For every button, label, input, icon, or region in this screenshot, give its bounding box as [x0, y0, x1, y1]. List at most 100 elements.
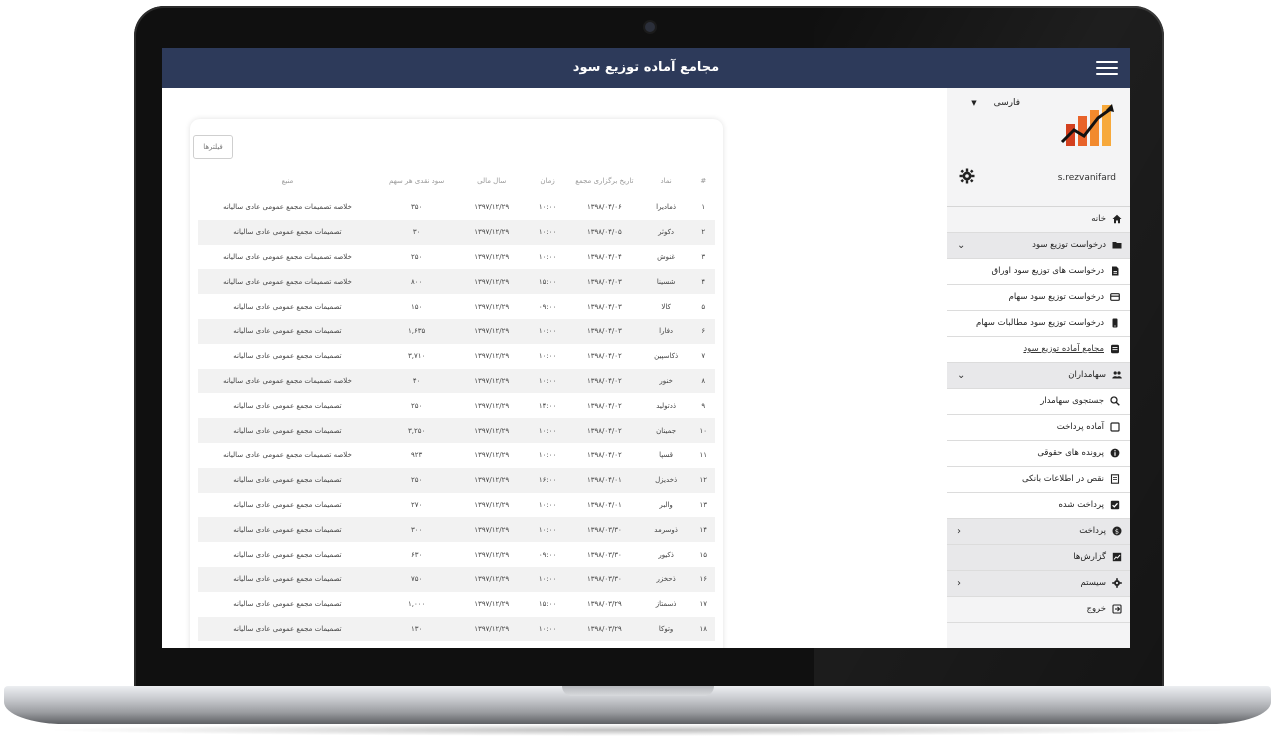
filters-button[interactable]: فیلترها — [193, 135, 233, 159]
row-time: ۱۵:۰۰ — [527, 269, 569, 295]
table-row[interactable]: ۱۳ والبر ۱۳۹۸/۰۴/۰۱ ۱۰:۰۰ ۱۳۹۷/۱۲/۲۹ ۲۷۰ تصمیم… — [198, 493, 715, 518]
column-header-index[interactable]: # — [692, 167, 715, 195]
language-selector[interactable]: فارسی ▼ — [971, 98, 1020, 108]
menu-item-ready-to-pay[interactable]: آماده پرداخت — [947, 415, 1130, 441]
row-symbol: غنوش — [657, 252, 676, 261]
menu-item-bond-profit-requests[interactable]: درخواست های توزیع سود اوراق — [947, 259, 1130, 285]
laptop-base-notch — [562, 686, 714, 696]
row-assembly-date: ۱۳۹۸/۰۴/۰۱ — [568, 467, 641, 493]
menu-item-logout[interactable]: خروج — [947, 597, 1130, 623]
row-index: ۱۰ — [691, 418, 715, 443]
row-index: ۶ — [691, 318, 715, 344]
row-assembly-date: ۱۳۹۸/۰۴/۰۲ — [586, 401, 622, 410]
caret-down-icon: ▼ — [971, 99, 977, 107]
row-time: ۱۰:۰۰ — [538, 500, 557, 509]
check-square-icon — [1110, 500, 1120, 510]
row-symbol: خنور — [640, 368, 692, 394]
row-symbol: دکوثر — [640, 219, 692, 245]
row-index: ۱۵ — [699, 550, 708, 559]
menu-group-profit-requests[interactable]: درخواست توزیع سود ⌄ — [947, 233, 1130, 259]
svg-text:$: $ — [1115, 527, 1119, 535]
menu-item-stock-profit-request[interactable]: درخواست توزیع سود سهام — [947, 285, 1130, 311]
row-source: تصمیمات مجمع عمومی عادی سالیانه — [233, 302, 342, 311]
row-fiscal-year: ۱۳۹۷/۱۲/۲۹ — [456, 641, 527, 648]
table-row[interactable]: ۱۲ ذخدیزل ۱۳۹۸/۰۴/۰۱ ۱۶:۰۰ ۱۳۹۷/۱۲/۲۹ ۲۵۰ تصمی… — [198, 467, 715, 493]
row-source: تصمیمات مجمع عمومی عادی سالیانه — [198, 467, 377, 493]
row-cash-profit: ۱,۶۳۵ — [376, 318, 457, 344]
row-time: ۱۰:۰۰ — [538, 252, 557, 261]
column-header-fiscal-year[interactable]: سال مالی — [456, 167, 527, 195]
menu-group-shareholders[interactable]: سهامداران ⌄ — [947, 363, 1130, 389]
row-symbol: ذحخزر — [640, 566, 692, 592]
table-row[interactable]: ۱۷ ذسمتاز ۱۳۹۸/۰۳/۲۹ ۱۵:۰۰ ۱۳۹۷/۱۲/۲۹ ۱,۰۰۰ تص… — [198, 592, 715, 617]
database-icon — [1110, 344, 1120, 354]
row-index: ۱۳ — [699, 500, 708, 509]
table-row[interactable]: ۸ خنور ۱۳۹۸/۰۴/۰۲ ۱۰:۰۰ ۱۳۹۷/۱۲/۲۹ ۴۰ خلاصه تص… — [198, 368, 715, 394]
row-index: ۱۹ — [692, 641, 715, 648]
row-cash-profit: ۳۰۰ — [376, 517, 457, 543]
table-row[interactable]: ۱۶ ذحخزر ۱۳۹۸/۰۳/۳۰ ۱۰:۰۰ ۱۳۹۷/۱۲/۲۹ ۷۵۰ تصمیم… — [198, 566, 715, 592]
column-header-source[interactable]: منبع — [198, 167, 377, 195]
menu-item-bank-info-issues[interactable]: نقص در اطلاعات بانکی — [947, 467, 1130, 493]
row-symbol: ذدتولید — [656, 401, 676, 410]
row-fiscal-year: ۱۳۹۷/۱۲/۲۹ — [474, 600, 510, 609]
row-fiscal-year: ۱۳۹۷/۱۲/۲۹ — [456, 269, 527, 295]
table-row[interactable]: ۱۱ قسپا ۱۳۹۸/۰۴/۰۲ ۱۰:۰۰ ۱۳۹۷/۱۲/۲۹ ۹۲۳ خلاصه … — [198, 443, 715, 468]
menu-item-paid[interactable]: پرداخت شده — [947, 493, 1130, 519]
row-symbol: ذوسرمد — [640, 517, 692, 543]
menu-item-ready-assemblies[interactable]: مجامع آماده توزیع سود — [947, 337, 1130, 363]
table-row[interactable]: ۱۸ وتوکا ۱۳۹۸/۰۳/۲۹ ۱۰:۰۰ ۱۳۹۷/۱۲/۲۹ ۱۳۰ تصمیم… — [198, 616, 715, 642]
row-index: ۱۸ — [691, 616, 715, 642]
row-source: تصمیمات مجمع عمومی عادی سالیانه — [198, 566, 377, 592]
table-row[interactable]: ۴ شسینا ۱۳۹۸/۰۴/۰۳ ۱۵:۰۰ ۱۳۹۷/۱۲/۲۹ ۸۰۰ خلاصه … — [198, 269, 715, 295]
table-row[interactable]: ۵ کالا ۱۳۹۸/۰۴/۰۳ ۰۹:۰۰ ۱۳۹۷/۱۲/۲۹ ۱۵۰ تصمیمات… — [198, 294, 715, 319]
row-index: ۱۷ — [699, 600, 708, 609]
menu-item-home[interactable]: خانه — [947, 207, 1130, 233]
table-row[interactable]: ۱۰ جمینان ۱۳۹۸/۰۴/۰۲ ۱۰:۰۰ ۱۳۹۷/۱۲/۲۹ ۳,۲۵۰ تص… — [198, 418, 715, 443]
table-row[interactable]: ۳ غنوش ۱۳۹۸/۰۴/۰۴ ۱۰:۰۰ ۱۳۹۷/۱۲/۲۹ ۲۵۰ خلاصه ت… — [198, 245, 715, 270]
row-assembly-date: ۱۳۹۸/۰۴/۰۳ — [586, 302, 622, 311]
table-row[interactable]: ۹ ذدتولید ۱۳۹۸/۰۴/۰۲ ۱۴:۰۰ ۱۳۹۷/۱۲/۲۹ ۲۵۰ تصمی… — [198, 393, 715, 418]
row-source: خلاصه تصمیمات مجمع عمومی عادی سالیانه — [223, 252, 352, 261]
column-header-assembly-date[interactable]: تاریخ برگزاری مجمع — [568, 167, 641, 195]
row-cash-profit: ۱,۰۰۰ — [408, 600, 426, 609]
cog-icon — [1112, 577, 1122, 588]
table-row[interactable]: ۱۹سیدکو۱۳۹۸/۰۳/۲۹۱۰:۰۰۱۳۹۷/۱۲/۲۹۱۶۰تصمیم… — [198, 641, 715, 648]
table-row[interactable]: ۱۵ ذکیور ۱۳۹۸/۰۳/۳۰ ۰۹:۰۰ ۱۳۹۷/۱۲/۲۹ ۶۳۰ تصمیم… — [198, 542, 715, 567]
chevron-down-icon: ⌄ — [957, 240, 966, 251]
row-fiscal-year: ۱۳۹۷/۱۲/۲۹ — [474, 401, 510, 410]
table-row[interactable]: ۷ ذکاسپین ۱۳۹۸/۰۴/۰۲ ۱۰:۰۰ ۱۳۹۷/۱۲/۲۹ ۳,۷۱۰ تص… — [198, 344, 715, 369]
menu-item-legal-cases[interactable]: پرونده های حقوقی — [947, 441, 1130, 467]
row-assembly-date: ۱۳۹۸/۰۴/۰۱ — [586, 500, 622, 509]
row-fiscal-year: ۱۳۹۷/۱۲/۲۹ — [456, 219, 527, 245]
column-header-time[interactable]: زمان — [527, 167, 568, 195]
hamburger-menu-icon[interactable] — [1096, 57, 1118, 79]
row-cash-profit: ۲۵۰ — [411, 401, 423, 410]
menu-group-payment[interactable]: $ پرداخت ‹ — [947, 519, 1130, 545]
menu-item-shareholder-search[interactable]: جستجوی سهامدار — [947, 389, 1130, 415]
row-symbol: وتوکا — [640, 616, 692, 642]
sidebar-menu: خانه درخواست توزیع سود ⌄ درخواست های توز… — [947, 206, 1130, 623]
menu-item-stock-claims-profit-request[interactable]: درخواست توزیع سود مطالبات سهام — [947, 311, 1130, 337]
sidebar: فارسی ▼ s.rezvanifard خانه درخواست توزیع… — [946, 88, 1130, 648]
column-header-symbol[interactable]: نماد — [641, 167, 692, 195]
logout-icon — [1112, 603, 1122, 614]
menu-item-reports[interactable]: گزارش‌ها — [947, 545, 1130, 571]
row-fiscal-year: ۱۳۹۷/۱۲/۲۹ — [456, 318, 527, 344]
menu-group-system[interactable]: سیستم ‹ — [947, 571, 1130, 597]
row-source: تصمیمات مجمع عمومی عادی سالیانه — [198, 418, 377, 443]
row-symbol: ذکیور — [658, 550, 674, 559]
assemblies-table: # نماد تاریخ برگزاری مجمع زمان سال مالی … — [198, 167, 715, 648]
table-row[interactable]: ۱ ذمادیرا ۱۳۹۸/۰۴/۰۶ ۱۰:۰۰ ۱۳۹۷/۱۲/۲۹ ۳۵۰ خلاص… — [198, 195, 715, 220]
gear-icon[interactable] — [959, 168, 975, 184]
table-row[interactable]: ۲ دکوثر ۱۳۹۸/۰۴/۰۵ ۱۰:۰۰ ۱۳۹۷/۱۲/۲۹ ۳۰ تصمیمات… — [198, 219, 715, 245]
page-title: مجامع آماده توزیع سود — [572, 60, 720, 75]
column-header-cash-profit[interactable]: سود نقدی هر سهم — [377, 167, 457, 195]
row-assembly-date: ۱۳۹۸/۰۴/۰۴ — [586, 252, 622, 261]
row-cash-profit: ۹۲۳ — [411, 451, 423, 460]
table-row[interactable]: ۶ دفارا ۱۳۹۸/۰۴/۰۳ ۱۰:۰۰ ۱۳۹۷/۱۲/۲۹ ۱,۶۳۵ تصمی… — [198, 318, 715, 344]
row-index: ۱ — [701, 203, 706, 212]
row-symbol: شسینا — [640, 269, 692, 295]
table-row[interactable]: ۱۴ ذوسرمد ۱۳۹۸/۰۳/۳۰ ۱۰:۰۰ ۱۳۹۷/۱۲/۲۹ ۳۰۰ تصمی… — [198, 517, 715, 543]
chevron-down-icon: ⌄ — [957, 370, 966, 381]
